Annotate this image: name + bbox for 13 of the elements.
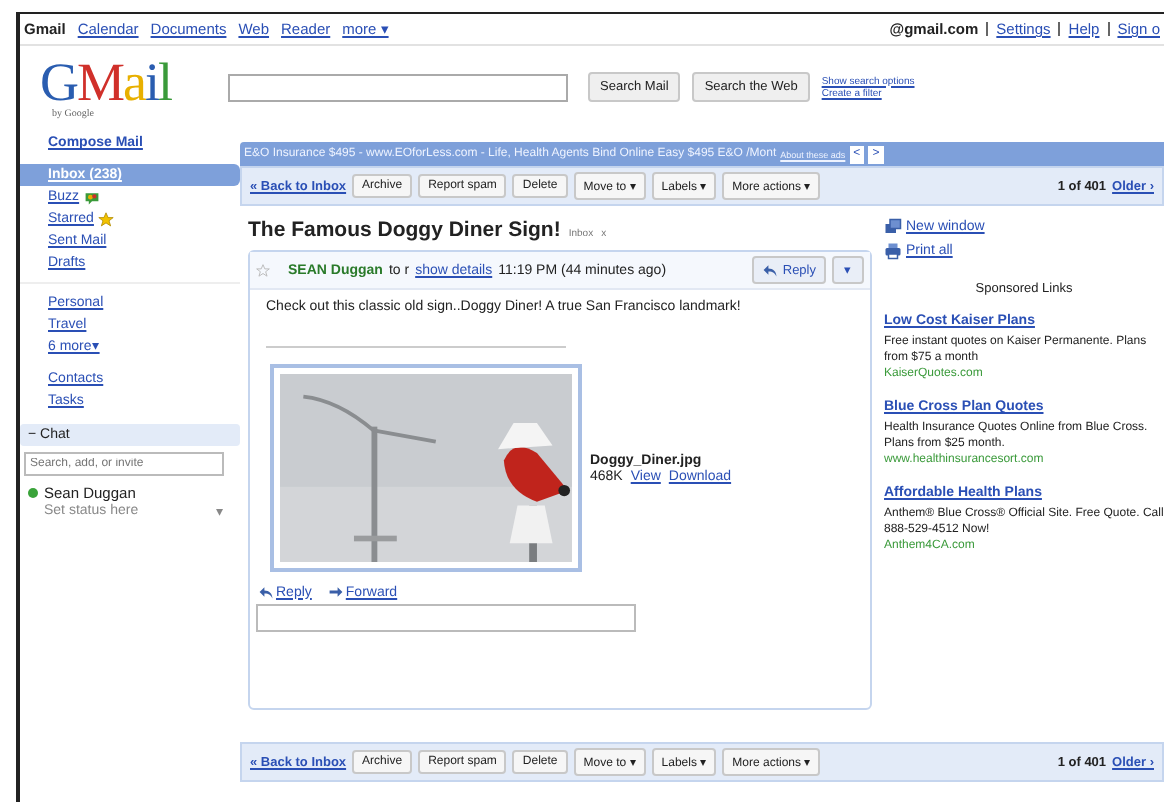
windows-icon [884,218,902,236]
status-dot [28,488,38,498]
reply-field[interactable] [256,604,636,632]
reply-arrow-icon [258,584,274,600]
star-icon[interactable] [256,263,270,277]
subject-title: The Famous Doggy Diner Sign! [248,218,561,242]
right-arrow-icon [327,584,344,600]
printer-icon [884,242,902,260]
speech-bubble-icon [83,189,100,205]
search-field[interactable] [228,73,568,101]
star-icon [97,211,114,227]
reply-arrow-icon [762,262,779,278]
logo: GMail [40,54,174,110]
